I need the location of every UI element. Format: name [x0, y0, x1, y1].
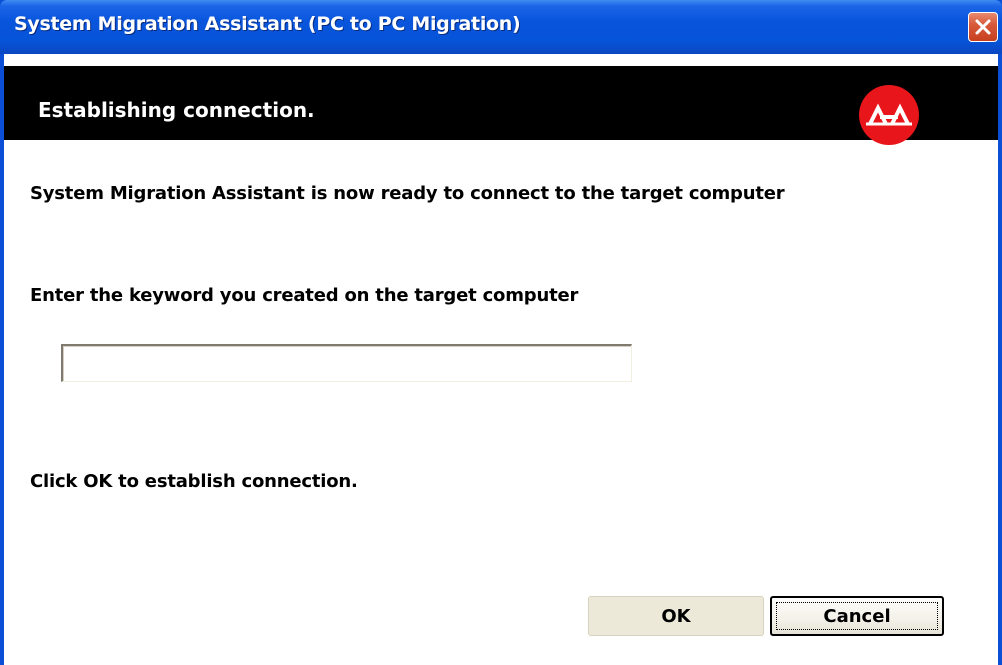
title-bar[interactable]: System Migration Assistant (PC to PC Mig… [0, 0, 1002, 54]
keyword-input[interactable] [61, 344, 632, 382]
window-title: System Migration Assistant (PC to PC Mig… [14, 13, 521, 35]
ok-button-label: OK [661, 605, 691, 627]
header-band: Establishing connection. [4, 66, 998, 145]
ready-message: System Migration Assistant is now ready … [30, 183, 785, 204]
keyword-prompt: Enter the keyword you created on the tar… [30, 285, 579, 306]
instruction-text: Click OK to establish connection. [30, 471, 358, 492]
dialog-content: Establishing connection. System Migratio… [4, 54, 998, 665]
close-icon [975, 19, 991, 35]
ok-button[interactable]: OK [588, 596, 764, 636]
dialog-window: System Migration Assistant (PC to PC Mig… [0, 0, 1002, 665]
cancel-button[interactable]: Cancel [770, 596, 944, 636]
close-button[interactable] [968, 12, 998, 42]
focus-rectangle [776, 602, 938, 630]
header-title: Establishing connection. [38, 98, 315, 122]
migration-bridge-logo-icon [859, 85, 919, 145]
